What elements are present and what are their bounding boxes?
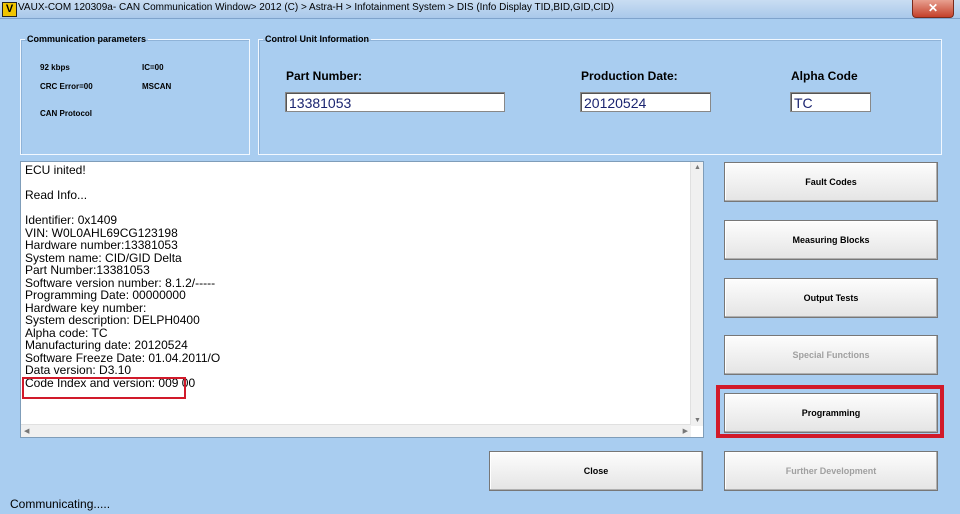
log-line: Manufacturing date: 20120524 — [25, 338, 188, 352]
production-date-field[interactable]: 20120524 — [580, 92, 711, 112]
log-line: ECU inited! — [25, 163, 86, 177]
log-lines: ECU inited! Read Info... Identifier: 0x1… — [25, 164, 220, 389]
status-text: Communicating..... — [10, 497, 111, 511]
log-line: Programming Date: 00000000 — [25, 288, 186, 302]
log-line: Identifier: 0x1409 — [25, 213, 118, 227]
scroll-right-arrow-icon[interactable]: ▶ — [683, 427, 688, 435]
vertical-scrollbar[interactable]: ▲ ▼ — [690, 162, 703, 426]
window-title: VAUX-COM 120309a- CAN Communication Wind… — [18, 2, 614, 13]
further-development-button: Further Development — [724, 451, 938, 491]
protocol-label: CAN Protocol — [40, 109, 92, 118]
mscan-label: MSCAN — [142, 82, 172, 91]
alpha-code-field[interactable]: TC — [790, 92, 871, 112]
special-functions-button: Special Functions — [724, 335, 938, 375]
alpha-code-label: Alpha Code — [791, 69, 858, 83]
log-line: Hardware number:13381053 — [25, 238, 178, 252]
code-index-highlight — [22, 377, 186, 399]
fault-codes-button[interactable]: Fault Codes — [724, 162, 938, 202]
output-tests-button[interactable]: Output Tests — [724, 278, 938, 318]
log-line: Read Info... — [25, 188, 88, 202]
log-line: System description: DELPH0400 — [25, 313, 200, 327]
title-bar: V VAUX-COM 120309a- CAN Communication Wi… — [0, 0, 960, 19]
part-number-label: Part Number: — [286, 69, 363, 83]
ic-value: IC=00 — [142, 63, 164, 72]
baud-rate: 92 kbps — [40, 63, 70, 72]
scroll-up-arrow-icon[interactable]: ▲ — [694, 164, 701, 171]
scroll-down-arrow-icon[interactable]: ▼ — [694, 417, 701, 424]
app-icon: V — [2, 2, 17, 17]
control-unit-information-legend: Control Unit Information — [265, 34, 369, 44]
horizontal-scrollbar[interactable]: ◀ ▶ — [21, 424, 691, 437]
part-number-field[interactable]: 13381053 — [285, 92, 505, 112]
programming-highlight — [716, 385, 944, 438]
production-date-label: Production Date: — [581, 69, 678, 83]
close-button[interactable]: Close — [489, 451, 703, 491]
log-line: Data version: D3.10 — [25, 363, 132, 377]
crc-error: CRC Error=00 — [40, 82, 93, 91]
communication-parameters-legend: Communication parameters — [27, 34, 147, 44]
scroll-left-arrow-icon[interactable]: ◀ — [24, 427, 29, 435]
communication-parameters-group: Communication parameters — [20, 34, 250, 155]
log-line: Part Number:13381053 — [25, 263, 150, 277]
measuring-blocks-button[interactable]: Measuring Blocks — [724, 220, 938, 260]
window-close-button[interactable]: ✕ — [912, 0, 954, 18]
